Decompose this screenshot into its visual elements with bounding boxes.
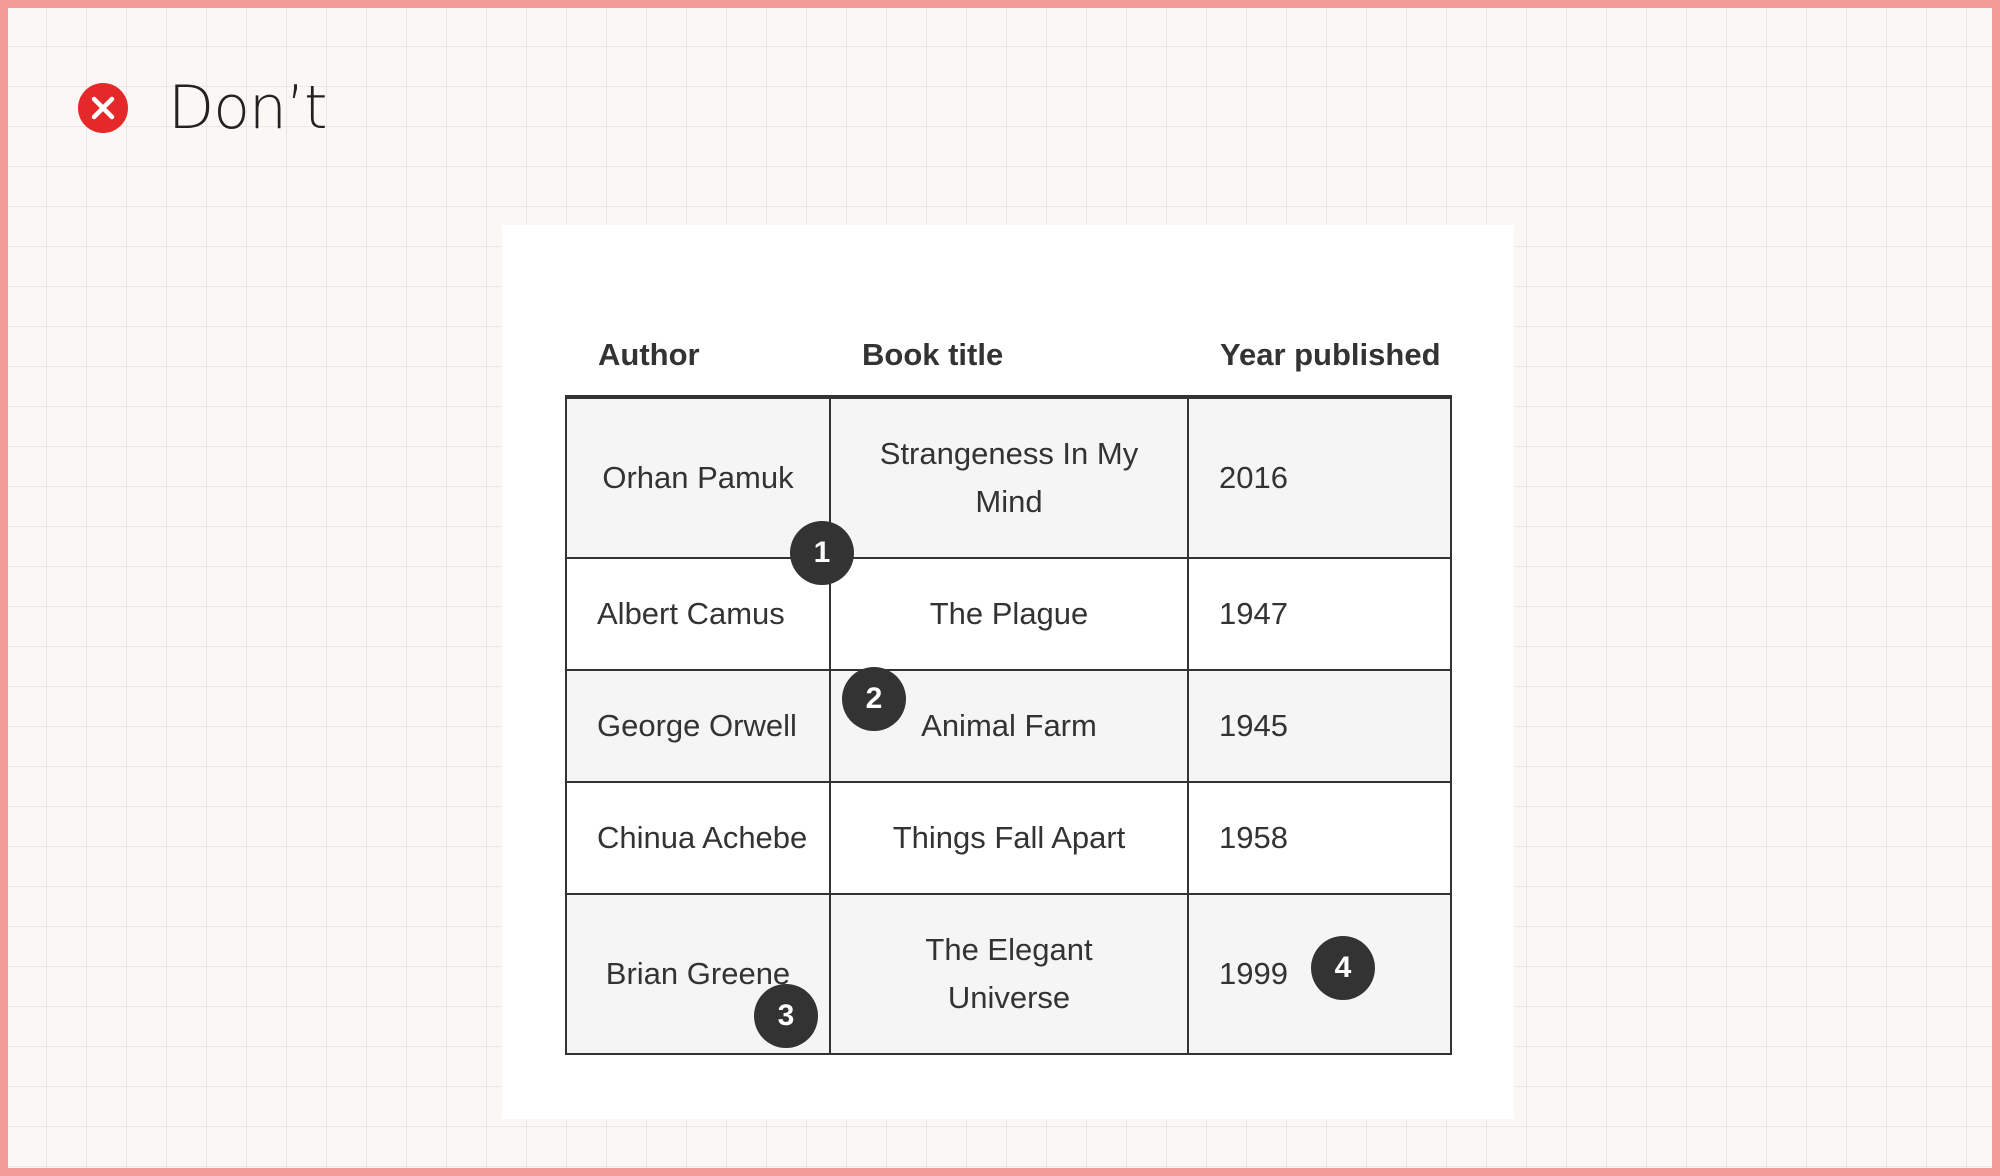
table-header-row: Author Book title Year published xyxy=(566,315,1451,399)
book-title-cell: Strangeness In My Mind xyxy=(829,396,1189,559)
year-cell: 1958 xyxy=(1187,781,1452,895)
table-row: Chinua Achebe Things Fall Apart 1958 xyxy=(565,781,1452,895)
book-title-cell: The Plague xyxy=(829,557,1189,671)
column-header-book-title: Book title xyxy=(830,315,1188,399)
table-row: Albert Camus The Plague 1947 xyxy=(565,557,1452,671)
close-circle-icon xyxy=(78,83,128,133)
book-title-cell: The Elegant Universe xyxy=(829,893,1189,1055)
annotation-badge: 1 xyxy=(790,521,854,585)
year-cell: 2016 xyxy=(1187,396,1452,559)
author-cell: George Orwell xyxy=(565,669,831,783)
annotation-badge: 3 xyxy=(754,984,818,1048)
table-row: Orhan Pamuk Strangeness In My Mind 2016 xyxy=(565,396,1452,559)
example-title: Don’t xyxy=(168,73,328,143)
annotation-badge: 4 xyxy=(1311,936,1375,1000)
dont-example-frame: Don’t Author Book title Year published O… xyxy=(0,0,2000,1176)
year-cell: 1945 xyxy=(1187,669,1452,783)
author-cell: Orhan Pamuk xyxy=(565,396,831,559)
book-title-cell: Things Fall Apart xyxy=(829,781,1189,895)
table-row: George Orwell Animal Farm 1945 xyxy=(565,669,1452,783)
column-header-author: Author xyxy=(566,315,830,399)
books-table: Author Book title Year published Orhan P… xyxy=(565,315,1452,1055)
column-header-year-published: Year published xyxy=(1188,315,1451,399)
author-cell: Albert Camus xyxy=(565,557,831,671)
year-cell: 1947 xyxy=(1187,557,1452,671)
example-header: Don’t xyxy=(78,73,328,143)
annotation-badge: 2 xyxy=(842,667,906,731)
author-cell: Chinua Achebe xyxy=(565,781,831,895)
